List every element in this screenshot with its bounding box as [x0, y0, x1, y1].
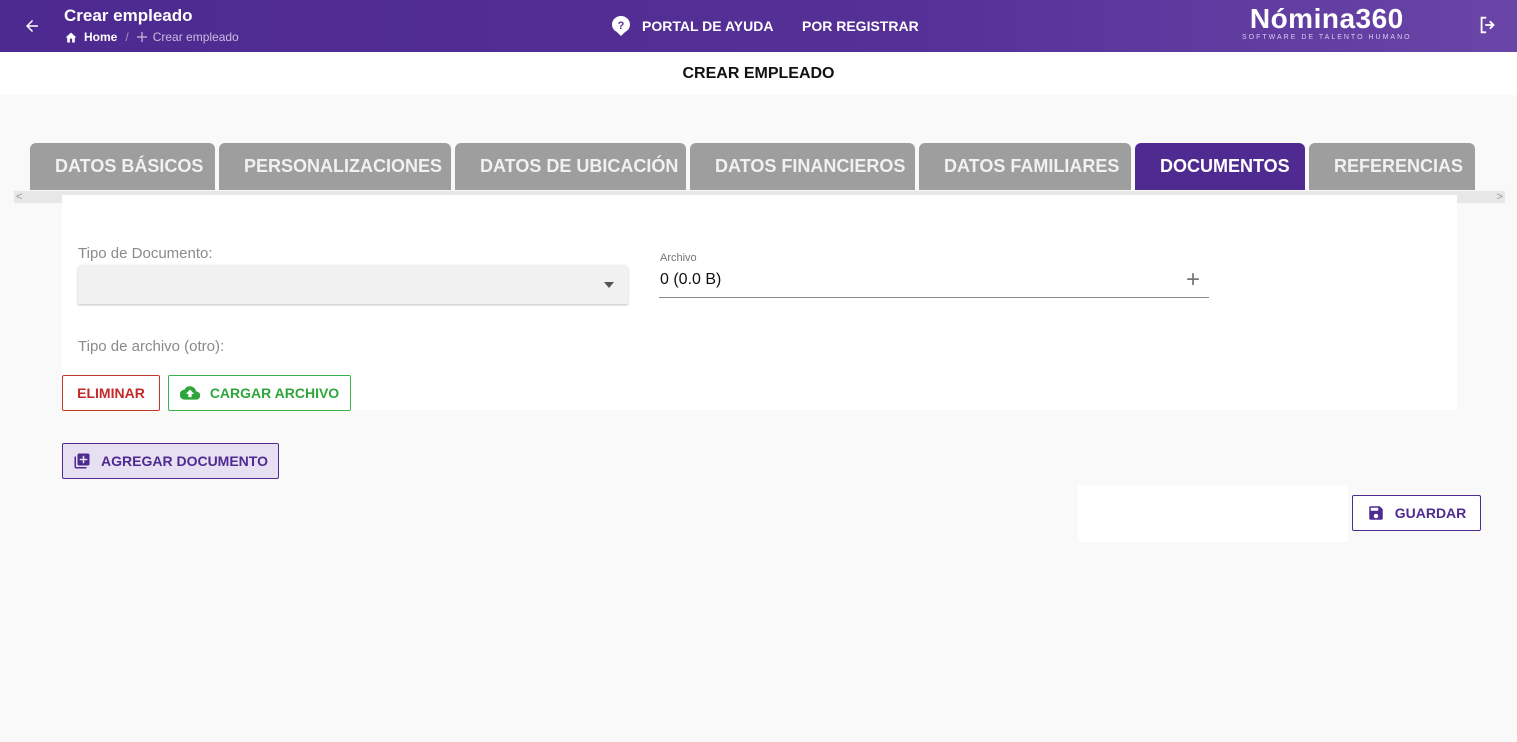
back-button[interactable] — [20, 14, 44, 38]
file-label: Archivo — [660, 252, 697, 264]
plus-icon — [136, 32, 147, 42]
save-button-label: GUARDAR — [1394, 505, 1467, 521]
home-icon — [65, 32, 77, 43]
add-document-button[interactable]: AGREGAR DOCUMENTO — [62, 443, 279, 479]
other-file-type-label: Tipo de archivo (otro): — [78, 338, 225, 355]
delete-button[interactable]: ELIMINAR — [62, 375, 160, 411]
pending-register-link[interactable]: POR REGISTRAR — [802, 18, 919, 34]
file-input-value[interactable]: 0 (0.0 B) — [660, 271, 721, 289]
tab-datos-familiares[interactable]: DATOS FAMILIARES — [919, 143, 1131, 190]
logout-button[interactable] — [1477, 14, 1501, 38]
help-icon: ? — [612, 16, 630, 36]
blank-panel — [1078, 485, 1348, 542]
file-input-underline — [659, 297, 1209, 298]
logo-tagline: SOFTWARE DE TALENTO HUMANO — [1242, 34, 1412, 41]
scroll-right-icon[interactable]: > — [1497, 191, 1503, 203]
save-icon — [1368, 506, 1383, 520]
arrow-left-icon — [26, 20, 38, 32]
tab-referencias[interactable]: REFERENCIAS — [1309, 143, 1475, 190]
top-bar: Crear empleado Home / Crear empleado ? P… — [0, 0, 1517, 52]
breadcrumb-separator: / — [125, 30, 129, 44]
cloud-upload-icon — [179, 386, 200, 400]
library-add-icon — [74, 453, 90, 469]
upload-file-button[interactable]: CARGAR ARCHIVO — [168, 375, 351, 411]
plus-icon[interactable]: + — [1186, 268, 1200, 292]
svg-text:?: ? — [618, 20, 625, 32]
tab-datos-financieros[interactable]: DATOS FINANCIEROS — [690, 143, 915, 190]
page-title: CREAR EMPLEADO — [0, 52, 1517, 95]
breadcrumb: Home / Crear empleado — [64, 30, 239, 44]
tab-bar: DATOS BÁSICOS PERSONALIZACIONES DATOS DE… — [30, 143, 1475, 190]
dropdown-caret-icon — [604, 282, 614, 288]
help-portal-link[interactable]: ? PORTAL DE AYUDA — [612, 16, 773, 36]
doc-type-label: Tipo de Documento: — [78, 245, 213, 262]
tab-datos-ubicacion[interactable]: DATOS DE UBICACIÓN — [455, 143, 686, 190]
scroll-left-icon[interactable]: < — [16, 191, 22, 203]
breadcrumb-home[interactable]: Home — [64, 30, 117, 44]
tab-datos-basicos[interactable]: DATOS BÁSICOS — [30, 143, 215, 190]
breadcrumb-home-label: Home — [84, 30, 118, 44]
delete-button-label: ELIMINAR — [77, 385, 145, 401]
add-document-label: AGREGAR DOCUMENTO — [101, 453, 268, 469]
upload-file-label: CARGAR ARCHIVO — [209, 385, 340, 401]
doc-type-select[interactable] — [78, 265, 628, 304]
help-portal-label: PORTAL DE AYUDA — [642, 18, 774, 34]
brand-logo: Nómina360 SOFTWARE DE TALENTO HUMANO — [1242, 3, 1412, 41]
tab-personalizaciones[interactable]: PERSONALIZACIONES — [219, 143, 451, 190]
save-button[interactable]: GUARDAR — [1352, 495, 1481, 531]
tab-documentos[interactable]: DOCUMENTOS — [1135, 143, 1305, 190]
logout-icon — [1480, 16, 1495, 34]
logo-name: Nómina360 — [1249, 3, 1404, 34]
breadcrumb-current: Crear empleado — [152, 30, 239, 44]
app-title: Crear empleado — [64, 6, 193, 25]
